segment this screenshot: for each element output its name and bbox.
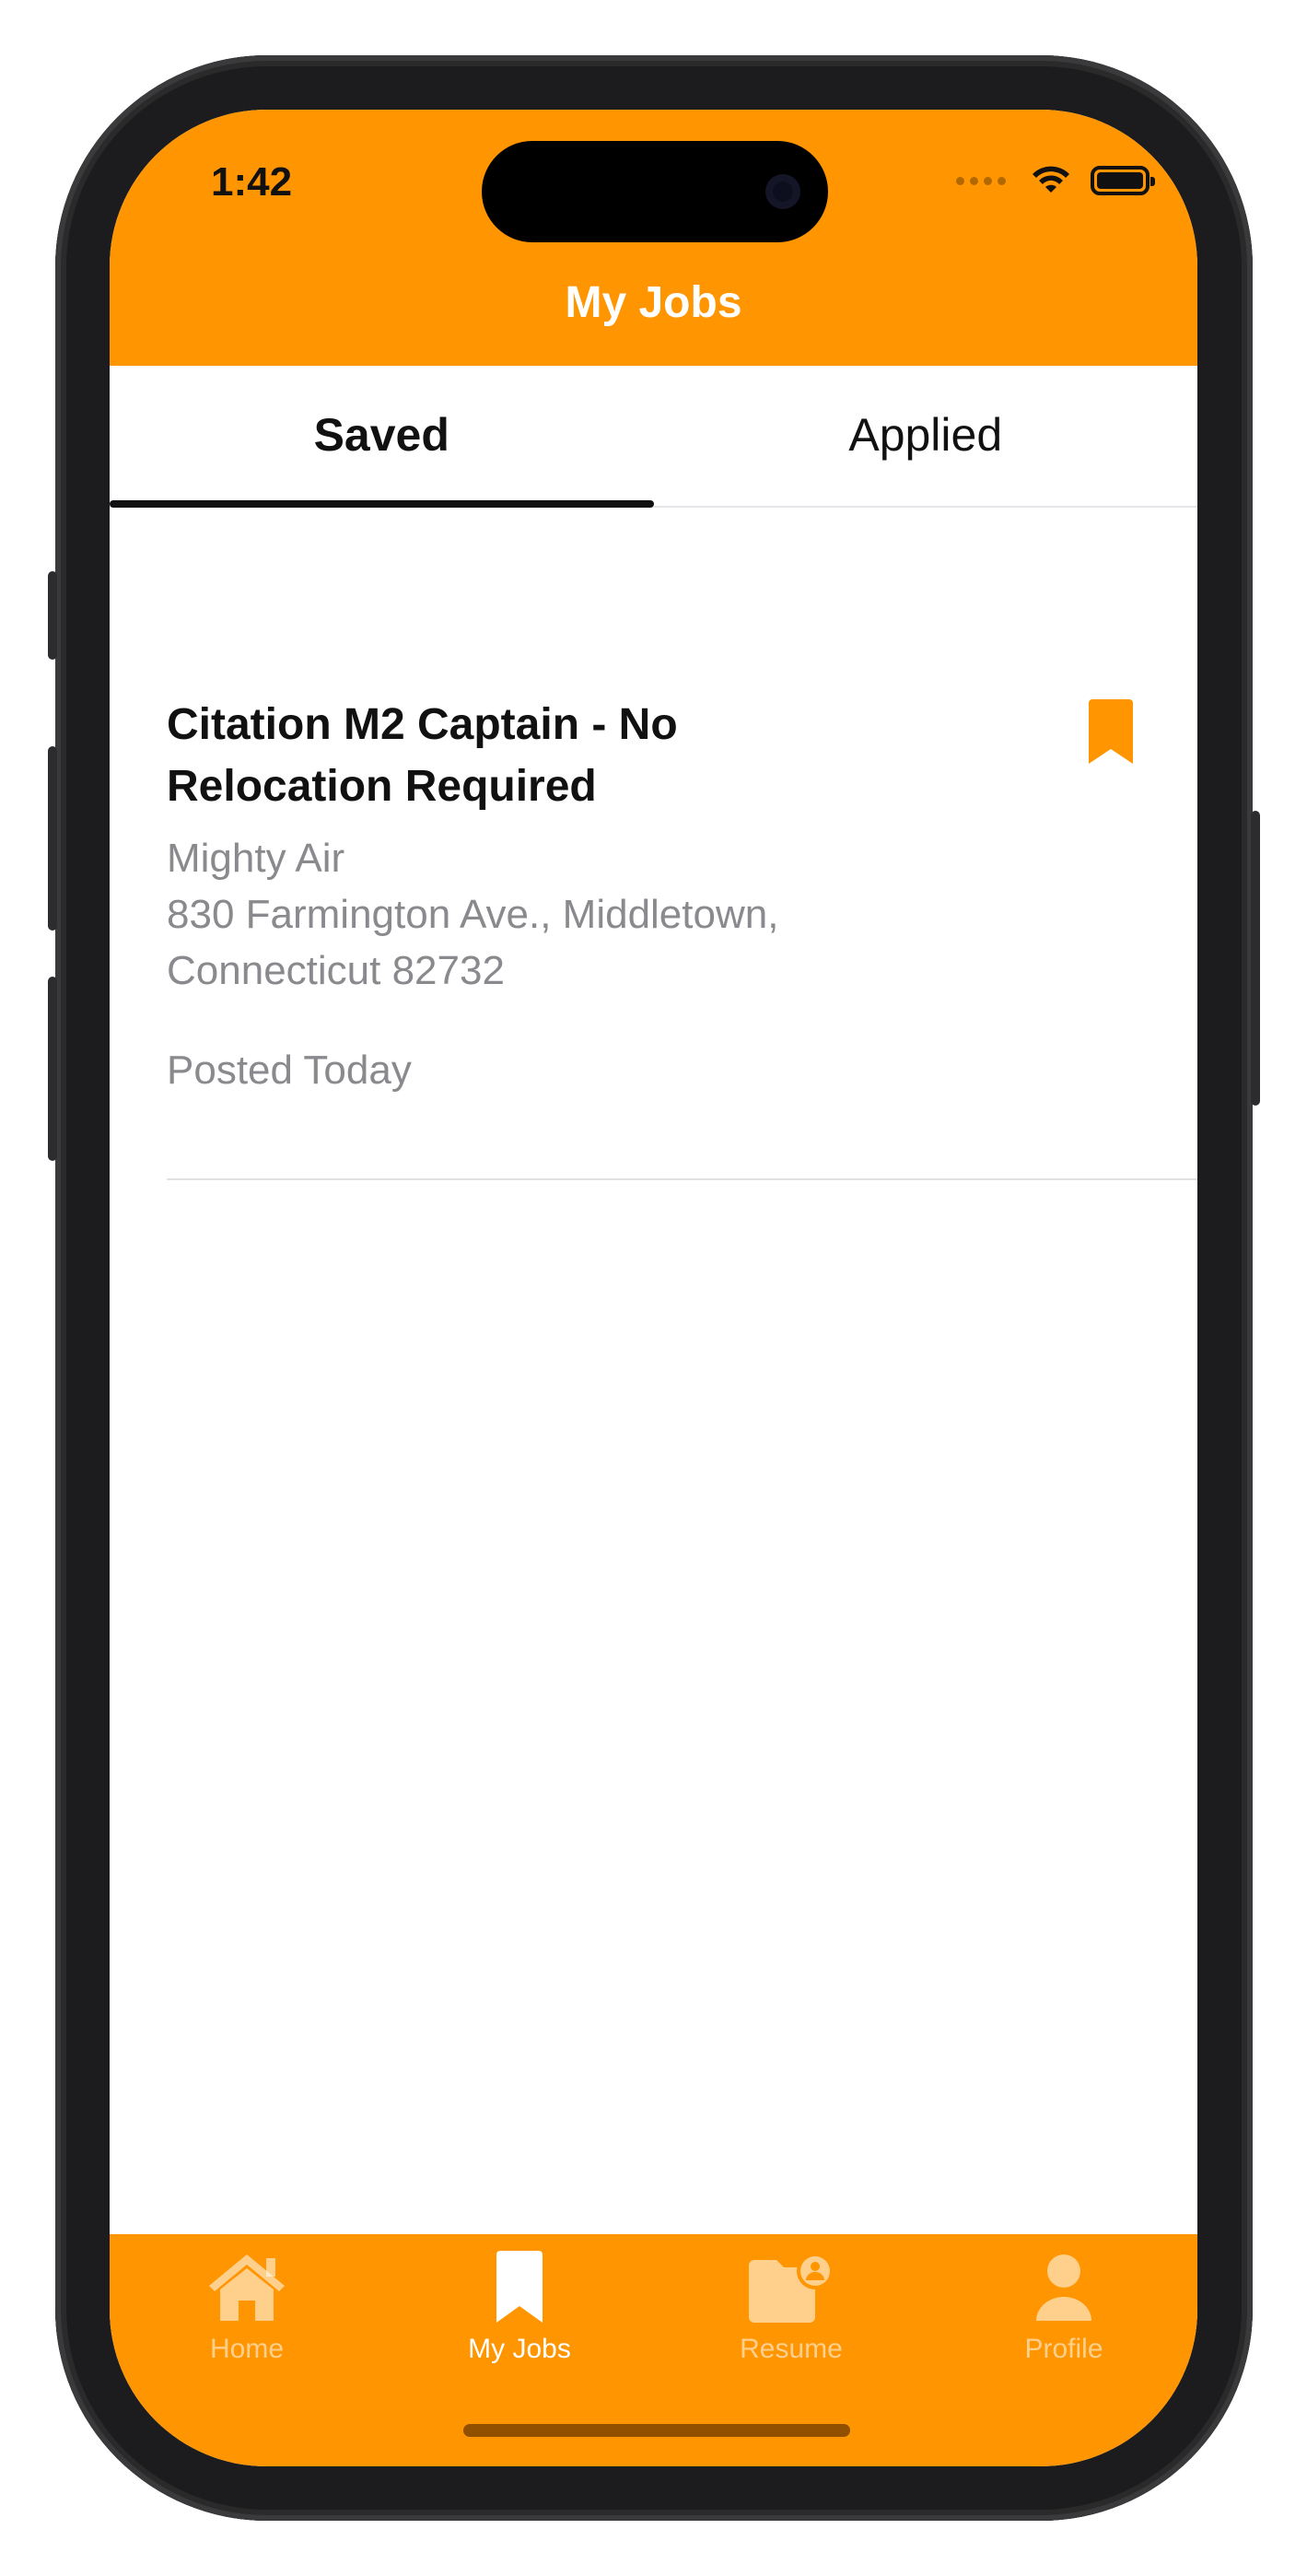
tabbar-label-home: Home — [209, 2334, 285, 2364]
folder-person-icon — [749, 2253, 834, 2323]
person-icon — [1036, 2254, 1091, 2321]
tabbar-item-my-jobs[interactable]: My Jobs — [409, 2249, 630, 2365]
app-screen: 1:42 My Jobs Saved Applied Citation M2 C… — [110, 110, 1197, 2466]
cellular-dots-icon — [956, 176, 1006, 185]
tabbar-label-my-jobs: My Jobs — [468, 2334, 571, 2364]
bottom-tab-bar: Home My Jobs Resume Profile — [110, 2234, 1197, 2466]
job-company: Mighty Air — [167, 836, 345, 881]
tab-applied[interactable]: Applied — [654, 366, 1198, 506]
tabbar-item-home[interactable]: Home — [136, 2249, 357, 2365]
battery-icon — [1091, 166, 1155, 195]
tabbar-item-resume[interactable]: Resume — [681, 2249, 902, 2365]
action-button — [48, 571, 57, 660]
front-camera — [765, 174, 800, 209]
job-title[interactable]: Citation M2 Captain - No Relocation Requ… — [167, 694, 756, 817]
jobs-tabs: Saved Applied — [110, 366, 1197, 508]
bookmark-icon[interactable] — [1089, 699, 1133, 766]
active-tab-indicator — [110, 500, 654, 508]
tab-saved-label: Saved — [313, 409, 449, 461]
home-icon — [209, 2254, 285, 2321]
job-address-line2: Connecticut 82732 — [167, 948, 505, 993]
job-posted-date: Posted Today — [167, 1048, 412, 1093]
wifi-icon — [1033, 166, 1069, 193]
power-button — [1251, 811, 1260, 1106]
page-title: My Jobs — [565, 278, 742, 327]
home-indicator[interactable] — [463, 2424, 850, 2437]
tabbar-label-profile: Profile — [1024, 2334, 1103, 2364]
job-address-line1: 830 Farmington Ave., Middletown, — [167, 892, 779, 937]
bookmark-icon — [496, 2251, 543, 2323]
navigation-header: 1:42 My Jobs — [110, 110, 1197, 366]
job-list-item[interactable]: Citation M2 Captain - No Relocation Requ… — [167, 581, 1197, 1180]
tabbar-item-profile[interactable]: Profile — [953, 2249, 1174, 2365]
dynamic-island — [482, 141, 828, 242]
status-indicators — [956, 165, 1155, 196]
status-time: 1:42 — [211, 159, 293, 205]
tab-saved[interactable]: Saved — [110, 366, 654, 508]
volume-up-button — [48, 746, 57, 931]
tabbar-label-resume: Resume — [740, 2334, 843, 2364]
tab-applied-label: Applied — [848, 409, 1003, 461]
volume-down-button — [48, 977, 57, 1161]
job-address: 830 Farmington Ave., Middletown, Connect… — [167, 886, 867, 999]
